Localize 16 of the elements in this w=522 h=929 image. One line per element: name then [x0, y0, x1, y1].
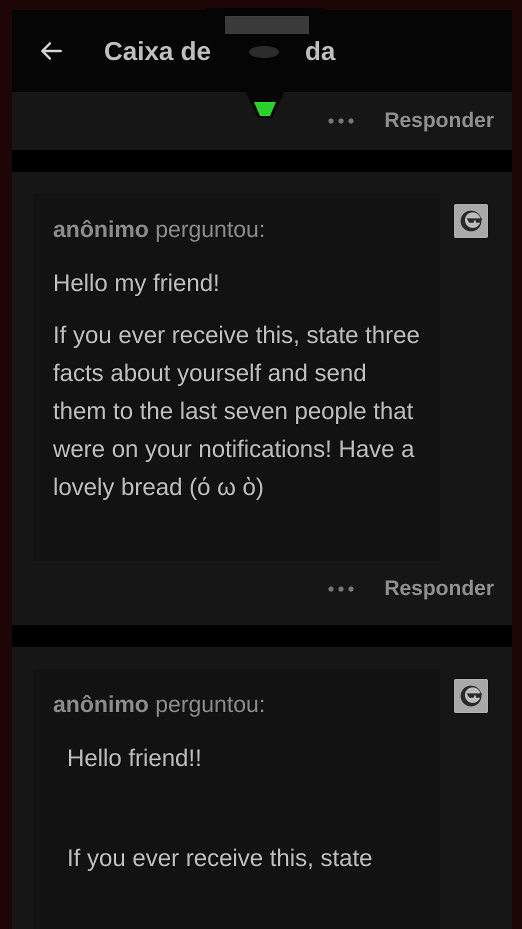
message-text: If you ever receive this, state: [67, 844, 374, 874]
avatar[interactable]: [454, 204, 488, 238]
message-text: If you ever receive this, state three facts about yourself and send them to the last seven people that were on your notifications! Have a lovely bread (ό ω ὸ): [53, 321, 421, 503]
reply-button[interactable]: Responder: [384, 109, 494, 133]
avatar[interactable]: [454, 679, 488, 713]
screen-title: Caixa de: [104, 36, 211, 66]
message-text: Hello my friend!: [53, 269, 221, 299]
message-text: Hello friend!!: [67, 744, 203, 774]
sunglasses-face-icon: [458, 208, 484, 234]
more-icon[interactable]: [328, 118, 354, 124]
sunglasses-face-icon: [458, 683, 484, 709]
asker-label: anônimo perguntou:: [53, 216, 266, 243]
reply-button[interactable]: Responder: [384, 577, 494, 601]
more-icon[interactable]: [328, 586, 354, 592]
screen-title: da: [304, 36, 336, 66]
asker-label: anônimo perguntou:: [53, 691, 266, 718]
